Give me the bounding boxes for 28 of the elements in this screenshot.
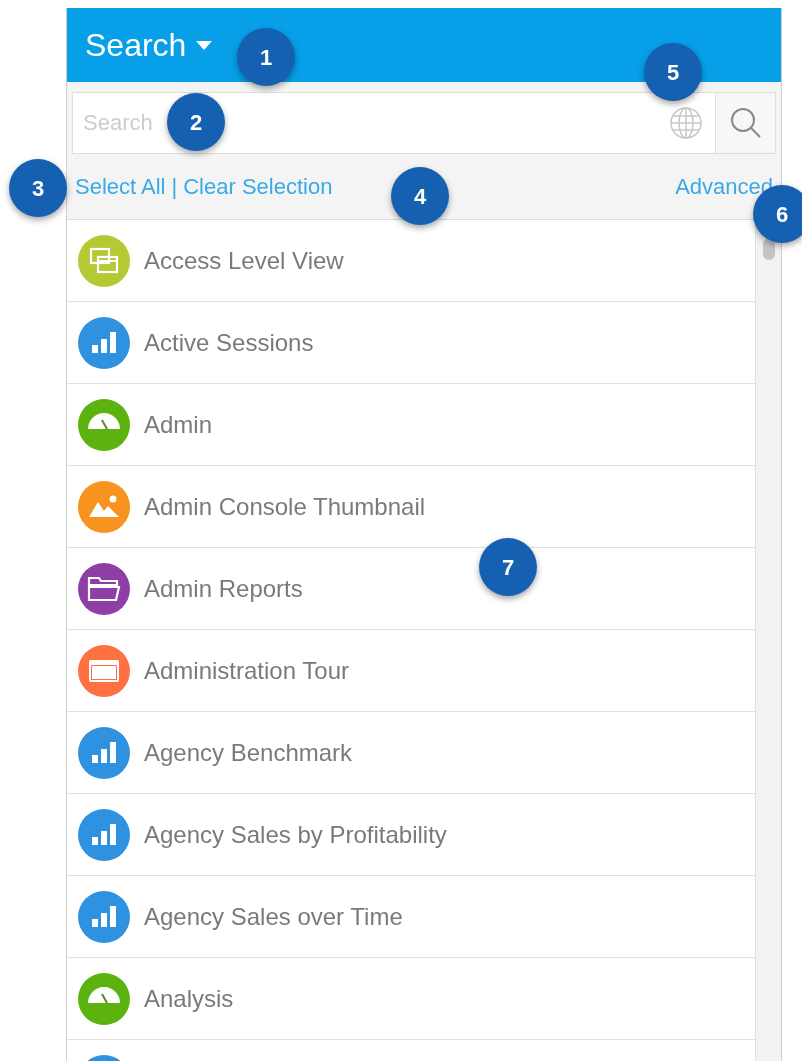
callout-tooltip: 3 — [9, 159, 67, 217]
clear-selection-link[interactable]: Clear Selection — [183, 170, 333, 203]
separator: | — [171, 173, 178, 201]
list-item[interactable]: Administration Tour — [67, 630, 755, 712]
list-item[interactable]: Agency Benchmark — [67, 712, 755, 794]
list-item[interactable]: Admin — [67, 384, 755, 466]
list-item[interactable]: Agency Sales over Time — [67, 876, 755, 958]
scrollbar-thumb[interactable] — [763, 238, 775, 260]
item-label: Analysis — [144, 983, 234, 1014]
item-label: Agency Benchmark — [144, 737, 353, 768]
globe-icon — [669, 106, 703, 140]
item-label: Administration Tour — [144, 655, 349, 686]
caret-icon — [196, 40, 213, 50]
item-label: Access Level View — [144, 245, 344, 276]
list-item[interactable]: Access Level View — [67, 220, 755, 302]
search-button[interactable] — [715, 93, 775, 153]
search-dropdown[interactable]: Search — [85, 21, 213, 69]
select-all-link[interactable]: Select All — [75, 170, 166, 203]
item-label: Admin Console Thumbnail — [144, 491, 426, 522]
list-item[interactable]: Analysis — [67, 958, 755, 1040]
item-label: Agency Sales by Profitability — [144, 819, 447, 850]
list-item[interactable]: Agency Sales by Profitability — [67, 794, 755, 876]
search-icon — [729, 107, 762, 139]
list-item[interactable]: Active Sessions — [67, 302, 755, 384]
item-label: Admin Reports — [144, 573, 303, 604]
item-label: Agency Sales over Time — [144, 901, 403, 932]
item-label: Active Sessions — [144, 327, 314, 358]
item-label: Admin — [144, 409, 213, 440]
